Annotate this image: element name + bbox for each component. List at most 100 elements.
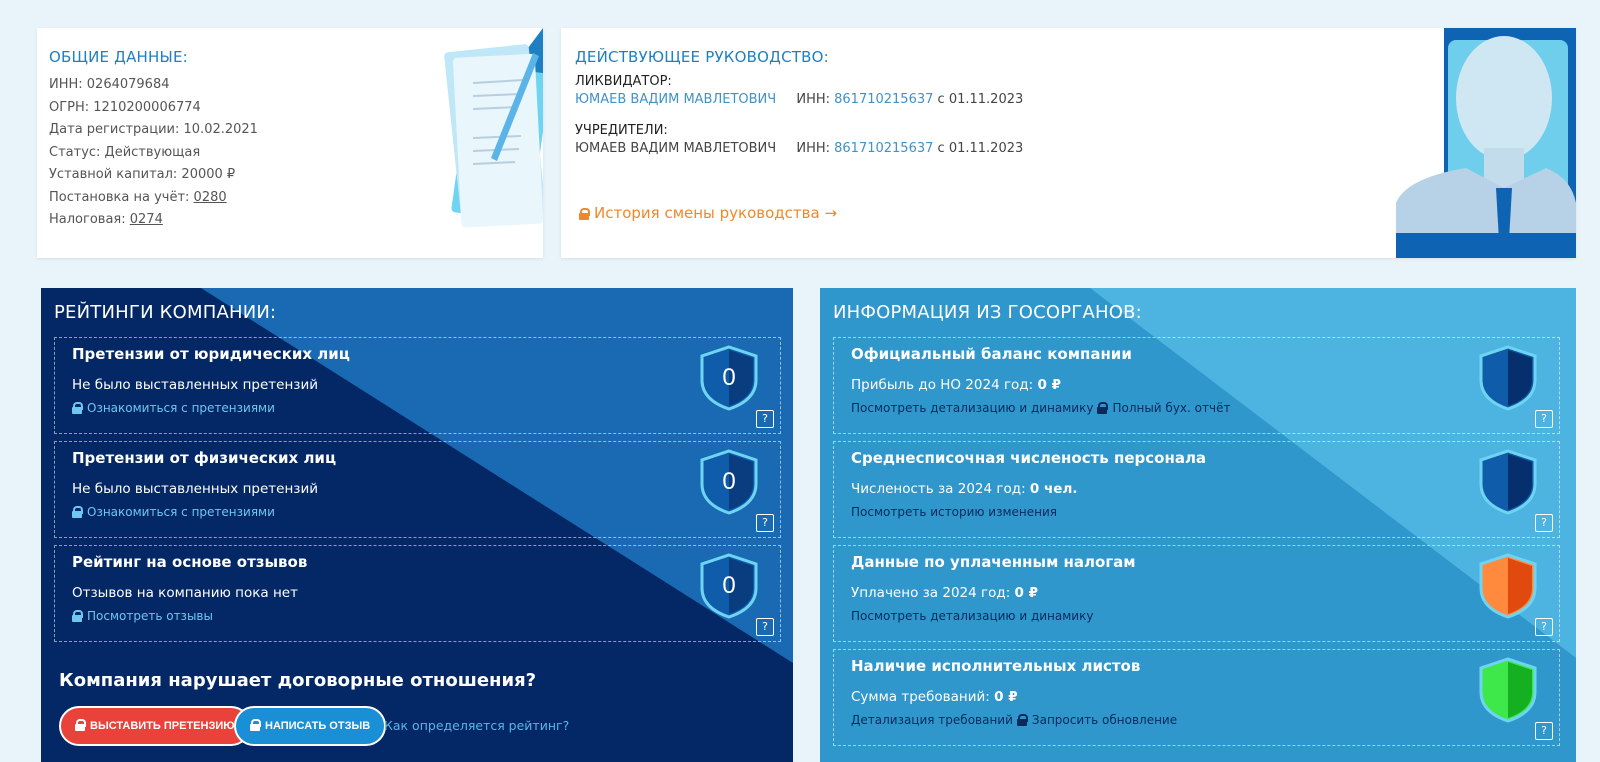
link-label: Ознакомиться с претензиями — [87, 401, 275, 415]
gov-item-taxes: Данные по уплаченным налогам Уплачено за… — [833, 545, 1560, 642]
management-history-link[interactable]: История смены руководства → — [579, 204, 837, 222]
shield-icon — [1479, 449, 1537, 515]
lock-icon — [579, 208, 590, 220]
history-link[interactable]: Посмотреть историю изменения — [851, 505, 1057, 519]
view-reviews-link[interactable]: Посмотреть отзывы — [72, 609, 213, 623]
gov-item-balance: Официальный баланс компании Прибыль до Н… — [833, 337, 1560, 434]
text-value: 0 ₽ — [994, 689, 1018, 705]
text-label: Сумма требований: — [851, 689, 995, 705]
text-value: 0 ₽ — [1037, 377, 1061, 393]
lock-icon — [1097, 402, 1109, 414]
person-illustration — [1396, 28, 1576, 258]
rating-item-text: Отзывов на компанию пока нет — [72, 585, 298, 601]
tax-office-link[interactable]: 0274 — [130, 212, 163, 227]
shield-icon — [1479, 553, 1537, 619]
gov-item-text: Уплачено за 2024 год: 0 ₽ — [851, 585, 1038, 601]
lock-icon — [72, 610, 83, 622]
text-value: 0 ₽ — [1014, 585, 1039, 601]
shield-icon: 0 — [700, 449, 758, 515]
registration-label: Постановка на учёт: — [49, 189, 194, 205]
lock-icon — [72, 402, 83, 414]
gov-item-writs: Наличие исполнительных листов Сумма треб… — [833, 649, 1560, 746]
gov-info-panel: ИНФОРМАЦИЯ ИЗ ГОСОРГАНОВ: Официальный ба… — [820, 288, 1576, 762]
button-label: ВЫСТАВИТЬ ПРЕТЕНЗИЮ — [90, 720, 235, 732]
violation-question: Компания нарушает договорные отношения? — [59, 670, 537, 691]
link-label: Посмотреть отзывы — [87, 609, 213, 623]
gov-title: ИНФОРМАЦИЯ ИЗ ГОСОРГАНОВ: — [833, 302, 1142, 323]
founder-inn-label: ИНН: — [796, 141, 835, 156]
gov-item-title: Официальный баланс компании — [851, 345, 1132, 363]
founder-inn-link[interactable]: 861710215637 — [834, 141, 933, 156]
button-label: НАПИСАТЬ ОТЗЫВ — [265, 720, 371, 732]
gov-item-text: Прибыль до НО 2024 год: 0 ₽ — [851, 377, 1061, 393]
shield-icon: 0 — [700, 553, 758, 619]
gov-item-links: Детализация требований Запросить обновлен… — [851, 713, 1177, 727]
help-icon[interactable]: ? — [1535, 410, 1553, 428]
shield-icon: 0 — [700, 345, 758, 411]
general-data-card: ОБЩИЕ ДАННЫЕ: ИНН: 0264079684 ОГРН: 1210… — [37, 28, 543, 258]
how-rating-link[interactable]: Как определяется рейтинг? — [384, 718, 569, 733]
help-icon[interactable]: ? — [1535, 722, 1553, 740]
liquidator-name-link[interactable]: ЮМАЕВ ВАДИМ МАВЛЕТОВИЧ — [575, 92, 776, 107]
rating-item-reviews: Рейтинг на основе отзывов Отзывов на ком… — [54, 545, 781, 642]
history-link-label: История смены руководства → — [594, 204, 838, 222]
rating-item-title: Рейтинг на основе отзывов — [72, 553, 308, 571]
details-link[interactable]: Посмотреть детализацию и динамику — [851, 609, 1093, 623]
shield-icon — [1479, 657, 1537, 723]
text-value: 0 чел. — [1029, 481, 1078, 497]
gov-item-text: Численость за 2024 год: 0 чел. — [851, 481, 1077, 497]
link-label: Ознакомиться с претензиями — [87, 505, 275, 519]
link-label: Полный бух. отчёт — [1112, 401, 1231, 415]
rating-item-title: Претензии от физических лиц — [72, 449, 337, 467]
gov-item-links: Посмотреть детализацию и динамику Полный … — [851, 401, 1230, 415]
full-report-link[interactable]: Полный бух. отчёт — [1097, 401, 1230, 415]
lock-icon — [1016, 714, 1028, 726]
rating-item-title: Претензии от юридических лиц — [72, 345, 350, 363]
lock-icon — [72, 506, 83, 518]
lock-icon — [75, 719, 86, 731]
gov-item-links: Посмотреть детализацию и динамику — [851, 609, 1097, 623]
liquidator-inn-link[interactable]: 861710215637 — [834, 92, 933, 107]
rating-item-legal-claims: Претензии от юридических лиц Не было выс… — [54, 337, 781, 434]
ratings-panel: РЕЙТИНГИ КОМПАНИИ: Претензии от юридичес… — [41, 288, 793, 762]
liquidator-inn-label: ИНН: — [796, 92, 835, 107]
file-claim-button[interactable]: ВЫСТАВИТЬ ПРЕТЕНЗИЮ — [59, 706, 251, 746]
shield-icon — [1479, 345, 1537, 411]
help-icon[interactable]: ? — [1535, 514, 1553, 532]
founder-since: с 01.11.2023 — [933, 141, 1024, 156]
management-card: ДЕЙСТВУЮЩЕЕ РУКОВОДСТВО: ЛИКВИДАТОР: ЮМА… — [561, 28, 1576, 258]
text-label: Уплачено за 2024 год: — [851, 585, 1015, 601]
write-review-button[interactable]: НАПИСАТЬ ОТЗЫВ — [234, 706, 387, 746]
shield-score: 0 — [722, 468, 735, 495]
gov-item-staff: Среднесписочная численость персонала Чис… — [833, 441, 1560, 538]
rating-item-text: Не было выставленных претензий — [72, 481, 318, 497]
details-link[interactable]: Посмотреть детализацию и динамику — [851, 401, 1093, 415]
requirements-details-link[interactable]: Детализация требований — [851, 713, 1013, 727]
gov-item-title: Данные по уплаченным налогам — [851, 553, 1136, 571]
request-update-link[interactable]: Запросить обновление — [1016, 713, 1178, 727]
gov-item-title: Наличие исполнительных листов — [851, 657, 1141, 675]
founder-name: ЮМАЕВ ВАДИМ МАВЛЕТОВИЧ — [575, 141, 777, 156]
text-label: Прибыль до НО 2024 год: — [851, 377, 1038, 393]
link-label: Запросить обновление — [1031, 713, 1178, 727]
help-icon[interactable]: ? — [756, 618, 774, 636]
rating-item-text: Не было выставленных претензий — [72, 377, 318, 393]
shield-score: 0 — [722, 364, 735, 391]
gov-item-links: Посмотреть историю изменения — [851, 505, 1061, 519]
help-icon[interactable]: ? — [756, 514, 774, 532]
ratings-title: РЕЙТИНГИ КОМПАНИИ: — [54, 302, 277, 323]
lock-icon — [250, 719, 261, 731]
documents-illustration — [444, 28, 543, 228]
gov-item-title: Среднесписочная численость персонала — [851, 449, 1207, 467]
registration-link[interactable]: 0280 — [194, 190, 227, 205]
rating-item-individual-claims: Претензии от физических лиц Не было выст… — [54, 441, 781, 538]
view-claims-link[interactable]: Ознакомиться с претензиями — [72, 401, 275, 415]
view-claims-link[interactable]: Ознакомиться с претензиями — [72, 505, 275, 519]
liquidator-since: с 01.11.2023 — [933, 92, 1024, 107]
shield-score: 0 — [722, 572, 735, 599]
gov-item-text: Сумма требований: 0 ₽ — [851, 689, 1018, 705]
tax-label: Налоговая: — [49, 212, 130, 227]
help-icon[interactable]: ? — [1535, 618, 1553, 636]
help-icon[interactable]: ? — [756, 410, 774, 428]
text-label: Численость за 2024 год: — [851, 481, 1030, 497]
